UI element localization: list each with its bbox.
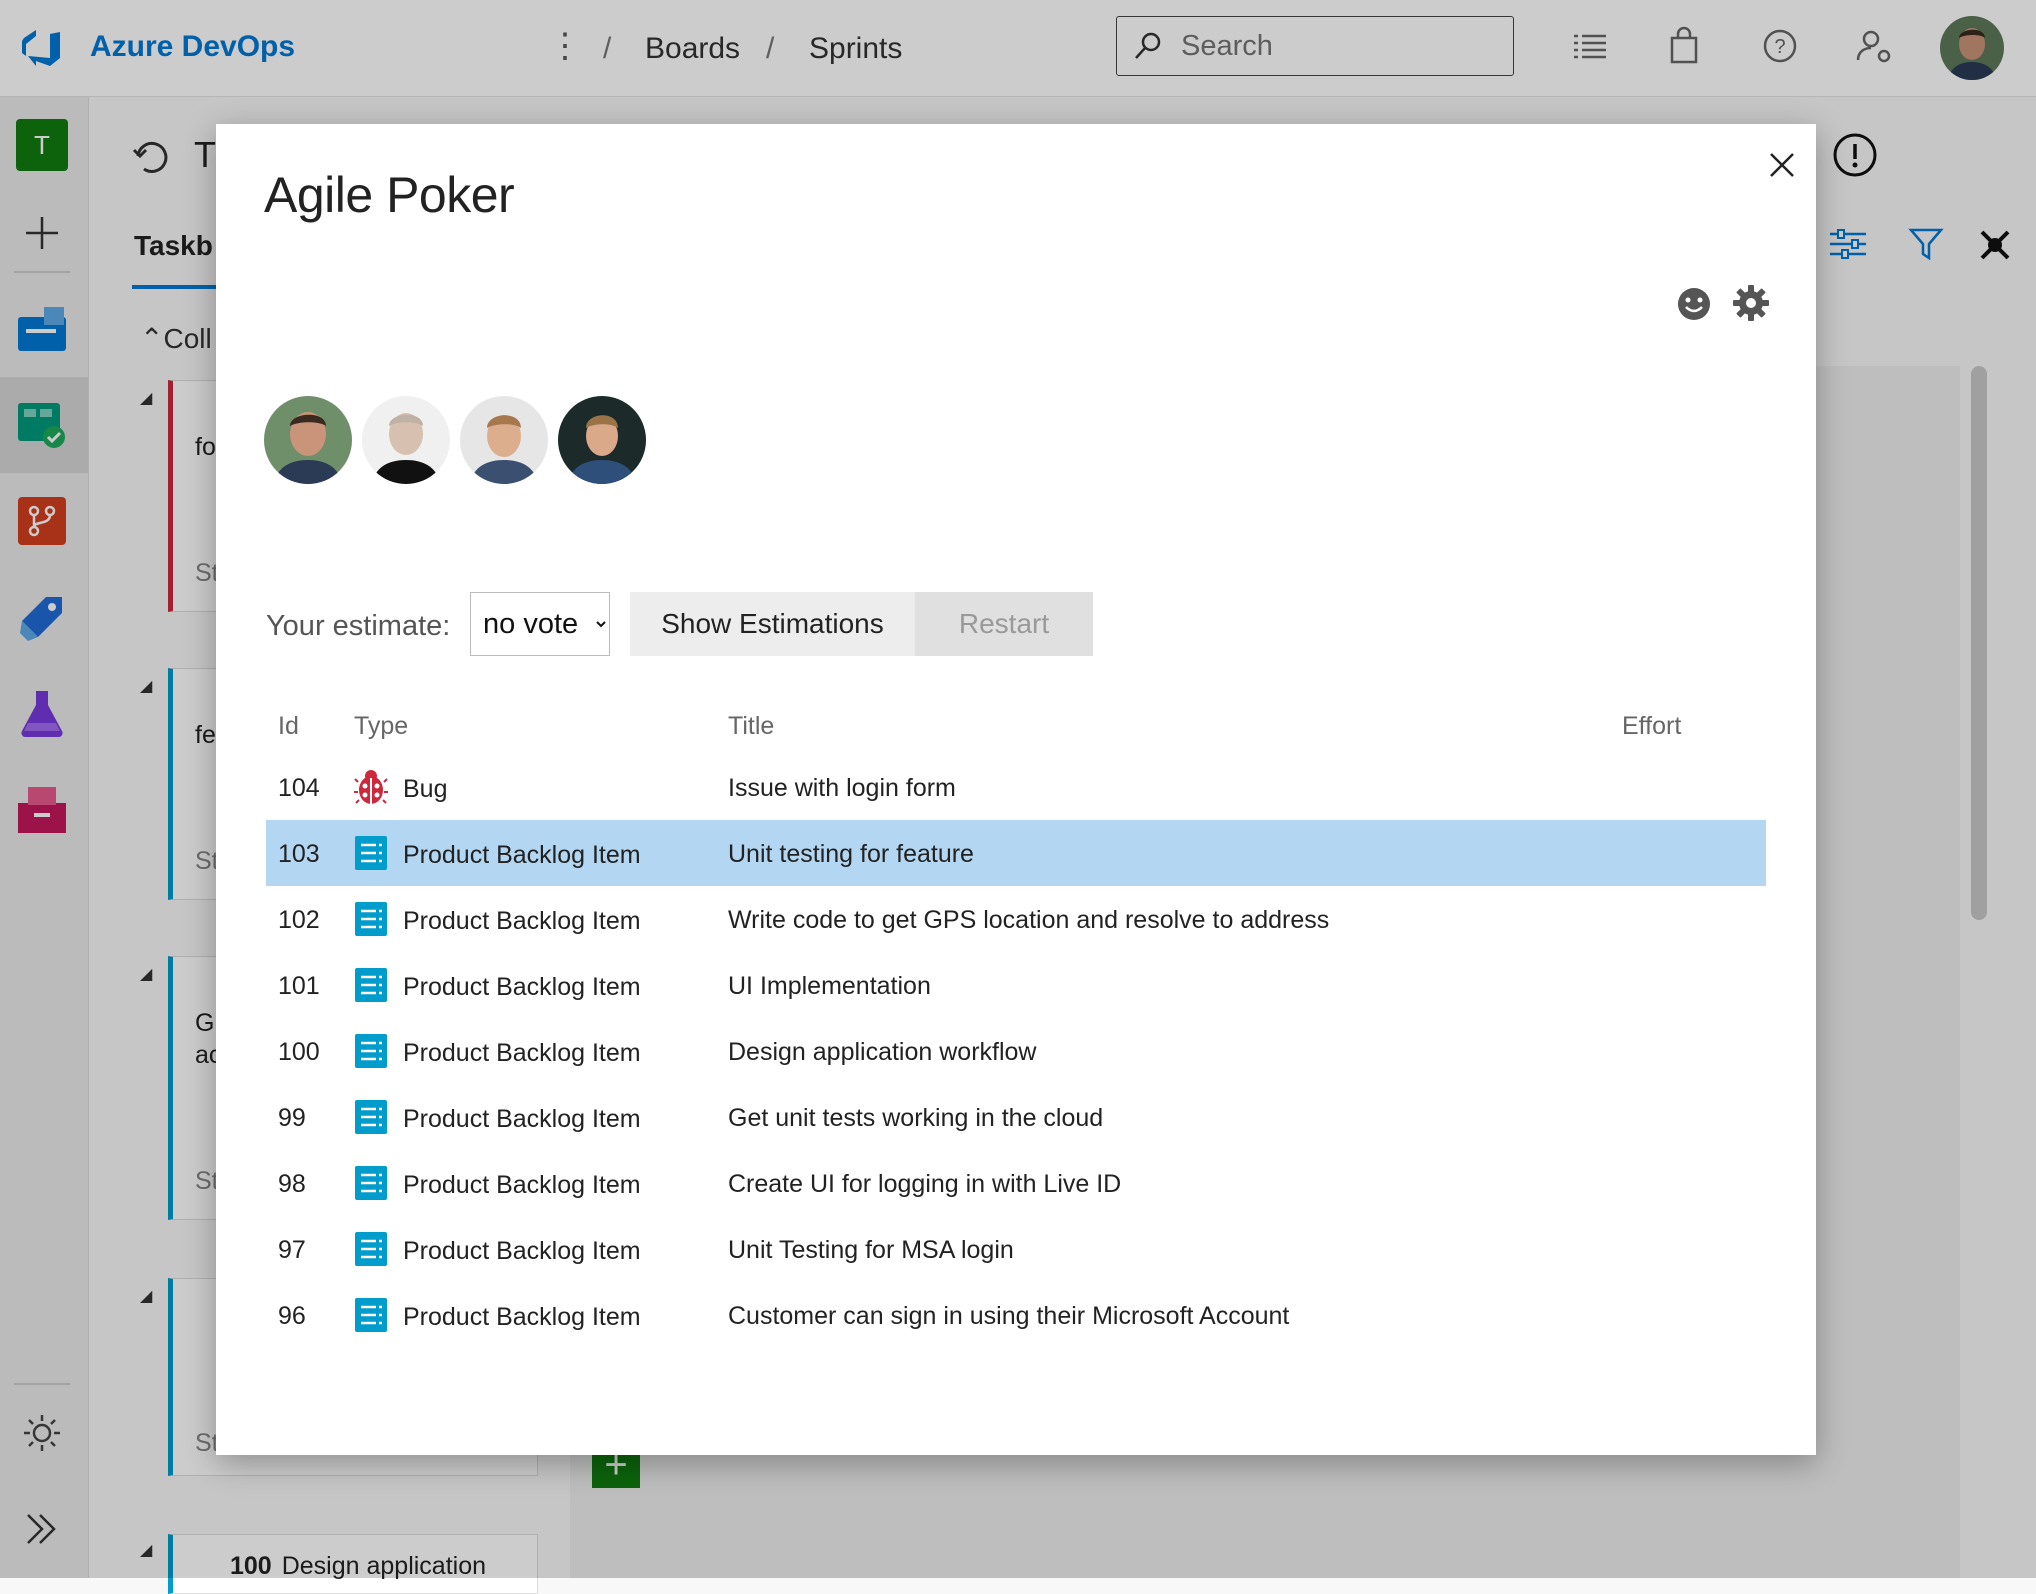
- close-icon: [1770, 152, 1794, 177]
- work-item-title: Create UI for logging in with Live ID: [728, 1170, 1122, 1198]
- table-row[interactable]: 103 Product Backlog Item Unit testing for …: [266, 820, 1766, 886]
- work-item-id: 100: [278, 1038, 320, 1066]
- work-item-id: 99: [278, 1104, 306, 1132]
- agile-poker-dialog: Agile Poker Your estimate: no vote Show …: [216, 124, 1816, 1455]
- work-item-title: Unit testing for feature: [728, 840, 974, 868]
- participant-avatar[interactable]: [460, 396, 548, 484]
- participant-avatar[interactable]: [264, 396, 352, 484]
- work-item-type: Product Backlog Item: [403, 907, 641, 935]
- table-row[interactable]: 100 Product Backlog Item Design applicatio…: [266, 1018, 1766, 1084]
- table-header: Id Type Title Effort: [266, 694, 1766, 754]
- close-button[interactable]: [1754, 138, 1810, 194]
- work-item-title: Write code to get GPS location and resol…: [728, 906, 1330, 934]
- backlog-item-icon: [354, 900, 388, 938]
- table-row[interactable]: 99 Product Backlog Item Get unit tests wor…: [266, 1084, 1766, 1150]
- dialog-title: Agile Poker: [264, 167, 515, 223]
- work-item-id: 104: [278, 774, 320, 802]
- work-item-type: Product Backlog Item: [403, 1039, 641, 1067]
- backlog-item-icon: [354, 1296, 388, 1334]
- estimate-label: Your estimate:: [266, 610, 451, 642]
- estimate-select[interactable]: no vote: [470, 592, 610, 656]
- work-item-title: Design application workflow: [728, 1038, 1037, 1066]
- table-row[interactable]: 102 Product Backlog Item Write code to get…: [266, 886, 1766, 952]
- table-row[interactable]: 104 Bug Issue with login form: [266, 754, 1766, 820]
- work-item-id: 101: [278, 972, 320, 1000]
- participant-avatar[interactable]: [558, 396, 646, 484]
- backlog-item-icon: [354, 966, 388, 1004]
- work-item-type: Product Backlog Item: [403, 1237, 641, 1265]
- backlog-item-icon: [354, 1032, 388, 1070]
- restart-button[interactable]: Restart: [915, 592, 1093, 656]
- show-estimations-button[interactable]: Show Estimations: [630, 592, 915, 656]
- backlog-item-icon: [354, 1164, 388, 1202]
- work-item-type: Product Backlog Item: [403, 973, 641, 1001]
- work-item-type: Product Backlog Item: [403, 1303, 641, 1331]
- backlog-item-icon: [354, 1230, 388, 1268]
- bug-icon: [354, 768, 388, 806]
- work-item-type: Product Backlog Item: [403, 1171, 641, 1199]
- table-row[interactable]: 97 Product Backlog Item Unit Testing for M…: [266, 1216, 1766, 1282]
- work-item-type: Product Backlog Item: [403, 841, 641, 869]
- work-item-type: Bug: [403, 775, 448, 803]
- table-row[interactable]: 101 Product Backlog Item UI Implementation: [266, 952, 1766, 1018]
- emoji-icon[interactable]: [1676, 286, 1712, 322]
- column-header-type[interactable]: Type: [354, 712, 408, 741]
- work-item-id: 97: [278, 1236, 306, 1264]
- table-row[interactable]: 96 Product Backlog Item Customer can sign …: [266, 1282, 1766, 1348]
- column-header-effort[interactable]: Effort: [1622, 712, 1681, 741]
- participant-avatar[interactable]: [362, 396, 450, 484]
- backlog-item-icon: [354, 1098, 388, 1136]
- work-item-title: Customer can sign in using their Microso…: [728, 1302, 1290, 1330]
- work-item-id: 102: [278, 906, 320, 934]
- settings-gear-icon[interactable]: [1732, 284, 1770, 322]
- work-item-id: 96: [278, 1302, 306, 1330]
- work-item-title: Unit Testing for MSA login: [728, 1236, 1014, 1264]
- work-item-title: Issue with login form: [728, 774, 956, 802]
- column-header-id[interactable]: Id: [278, 712, 299, 741]
- work-item-id: 103: [278, 840, 320, 868]
- work-item-title: Get unit tests working in the cloud: [728, 1104, 1104, 1132]
- backlog-item-icon: [354, 834, 388, 872]
- work-item-title: UI Implementation: [728, 972, 931, 1000]
- work-item-type: Product Backlog Item: [403, 1105, 641, 1133]
- column-header-title[interactable]: Title: [728, 712, 774, 741]
- table-row[interactable]: 98 Product Backlog Item Create UI for logg…: [266, 1150, 1766, 1216]
- work-item-id: 98: [278, 1170, 306, 1198]
